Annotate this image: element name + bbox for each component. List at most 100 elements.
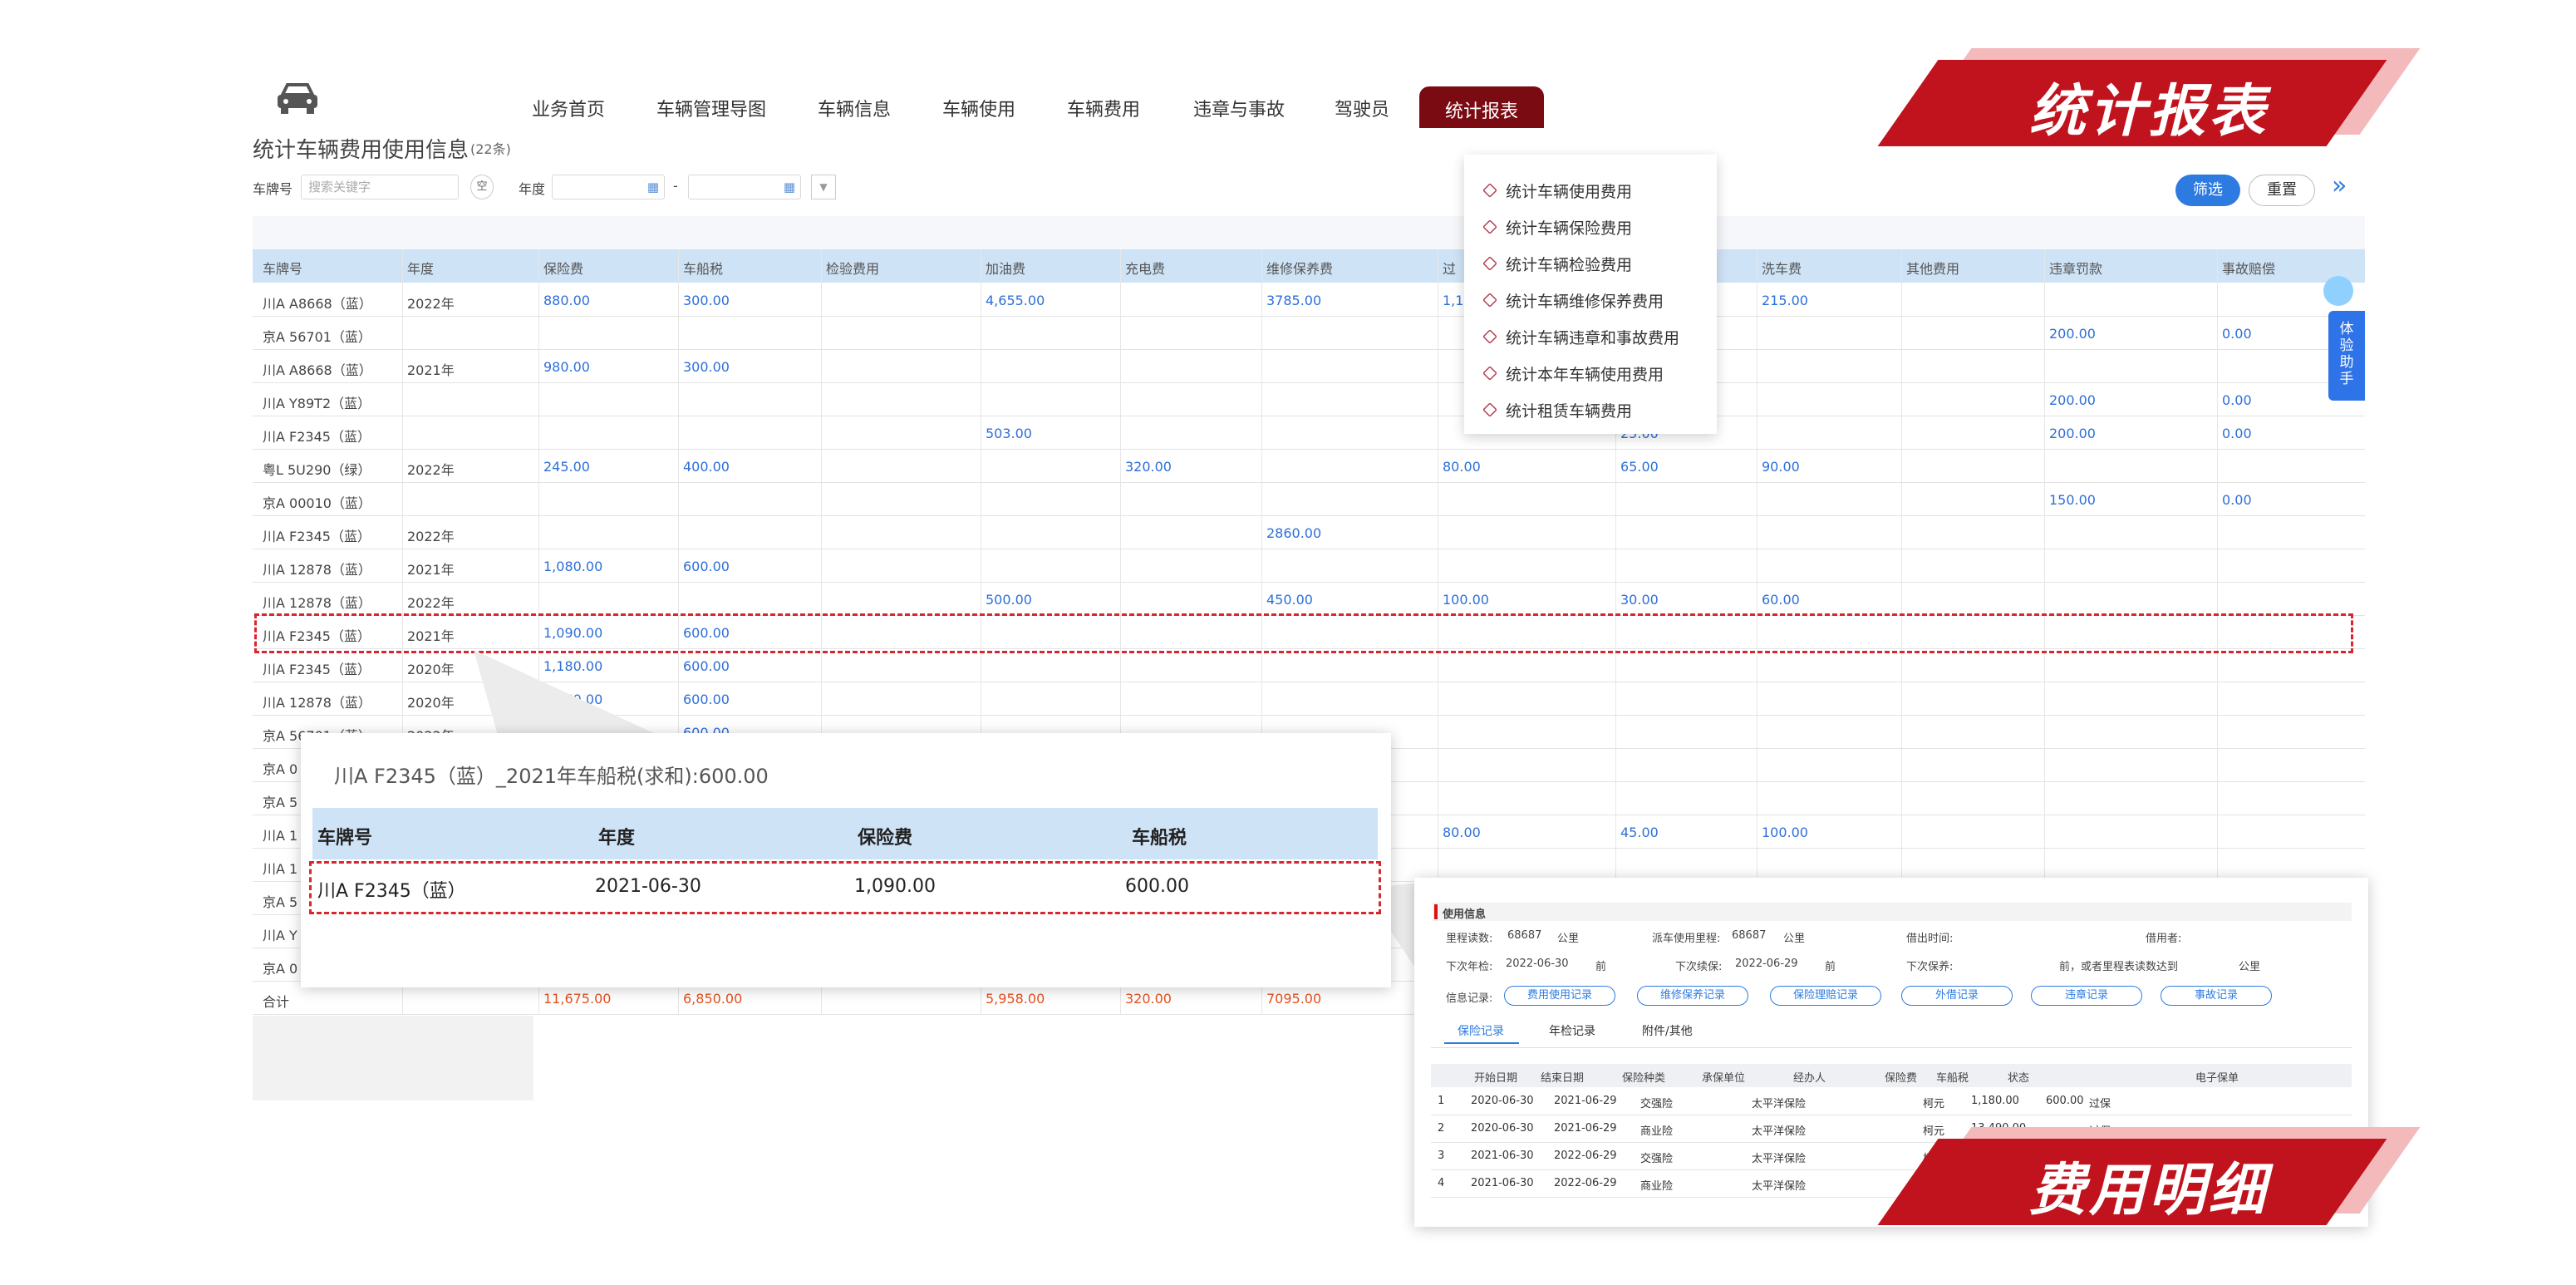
col-header[interactable]: 加油费 xyxy=(986,258,1025,278)
table-row[interactable]: 川A 12878（蓝） 2022年 500.00 450.00 100.00 30.00 6… xyxy=(253,582,2365,616)
grid-cell: 3 xyxy=(1438,1150,1445,1162)
col-header[interactable]: 其他费用 xyxy=(1906,258,1959,278)
callout-pointer xyxy=(474,650,665,738)
insurance-row[interactable]: 1 2020-06-30 2021-06-29 交强险 太平洋保险 柯元 1,180.00 6… xyxy=(1431,1087,2352,1115)
year-end-input[interactable]: ▦ xyxy=(688,175,801,199)
nav-item-5[interactable]: 违章与事故 xyxy=(1193,95,1285,121)
col-header[interactable]: 过 xyxy=(1443,258,1456,278)
table-footer-area xyxy=(253,1016,533,1100)
table-row[interactable]: 川A A8668（蓝） 2022年 880.00 300.00 4,655.00 3785… xyxy=(253,283,2365,317)
nav-item-3[interactable]: 车辆使用 xyxy=(942,95,1015,121)
grid-cell: 太平洋保险 xyxy=(1752,1153,1807,1165)
record-pill-0[interactable]: 费用使用记录 xyxy=(1504,986,1615,1006)
col-header[interactable]: 车船税 xyxy=(683,258,723,278)
col-header[interactable]: 检验费用 xyxy=(826,258,879,278)
col-plate: 车牌号 xyxy=(317,828,373,849)
menu-item-2[interactable]: 统计车辆检验费用 xyxy=(1482,253,1632,275)
menu-item-3[interactable]: 统计车辆维修保养费用 xyxy=(1482,289,1664,312)
table-row[interactable]: 京A 00010（蓝） 150.00 0.00 xyxy=(253,482,2365,516)
tab-attachments[interactable]: 附件/其他 xyxy=(1642,1022,1693,1039)
record-pill-4[interactable]: 违章记录 xyxy=(2031,986,2142,1006)
col-header[interactable]: 洗车费 xyxy=(1762,258,1802,278)
table-row[interactable]: 粤L 5U290（绿） 2022年 245.00 400.00 320.00 80.00 6… xyxy=(253,449,2365,483)
col-year: 年度 xyxy=(598,828,636,849)
menu-item-5[interactable]: 统计本年车辆使用费用 xyxy=(1482,362,1664,385)
table-row[interactable]: 川A A8668（蓝） 2021年 980.00 300.00 xyxy=(253,349,2365,383)
grid-cell: 太平洋保险 xyxy=(1752,1098,1807,1110)
assistant-label: 体验助手 xyxy=(2339,321,2354,387)
nav-item-4[interactable]: 车辆费用 xyxy=(1067,95,1140,121)
table-header: 车牌号 年度 保险费 车船税 检验费用 加油费 充电费 维修保养费 过 洗车费 其他费用 违章罚款 事故… xyxy=(253,249,2365,283)
col-header[interactable]: 年度 xyxy=(407,258,434,278)
table-row[interactable]: 川A F2345（蓝）503.0025.00200.000.00 xyxy=(253,416,2365,450)
table-row[interactable]: 川A 12878（蓝） 2021年 1,080.00 600.00 xyxy=(253,549,2365,583)
total-maint: 7095.00 xyxy=(1266,991,1322,1007)
cell-charge: 320.00 xyxy=(1125,459,1172,475)
filter-button[interactable]: 筛选 xyxy=(2175,175,2240,206)
expand-icon[interactable]: » xyxy=(2332,171,2347,200)
col-header[interactable]: 维修保养费 xyxy=(1266,258,1333,278)
table-row[interactable]: 川A Y89T2（蓝） 200.00 0.00 xyxy=(253,382,2365,416)
menu-item-label: 统计租赁车辆费用 xyxy=(1506,402,1633,421)
clear-button[interactable]: 空 xyxy=(470,175,494,199)
cell-plate: 川A F2345（蓝） xyxy=(263,662,371,677)
insurance-grid-header: 开始日期 结束日期 保险种类 承保单位 经办人 保险费 车船税 状态 电子保单 xyxy=(1431,1064,2352,1087)
col-header[interactable]: 保险费 xyxy=(543,258,583,278)
nav-item-0[interactable]: 业务首页 xyxy=(532,95,605,121)
cell-fine: 200.00 xyxy=(2049,326,2096,342)
cell-fine: 150.00 xyxy=(2049,492,2096,508)
table-row[interactable]: 川A F2345（蓝） 2022年 2860.00 xyxy=(253,515,2365,549)
record-pill-1[interactable]: 维修保养记录 xyxy=(1637,986,1748,1006)
tab-divider xyxy=(1431,1047,2352,1048)
col-header[interactable]: 车牌号 xyxy=(263,258,302,278)
col-header[interactable]: 充电费 xyxy=(1125,258,1165,278)
menu-item-0[interactable]: 统计车辆使用费用 xyxy=(1482,180,1632,202)
grid-col-header: 车船税 xyxy=(1936,1072,1969,1085)
menu-item-4[interactable]: 统计车辆违章和事故费用 xyxy=(1482,326,1679,348)
cell-tax: 600.00 xyxy=(683,658,730,674)
diamond-icon xyxy=(1482,293,1497,308)
nav-item-1[interactable]: 车辆管理导图 xyxy=(656,95,766,121)
grid-cell: 2021-06-29 xyxy=(1554,1122,1617,1135)
unit: 公里 xyxy=(2239,961,2261,973)
cell-year: 2021年 xyxy=(407,562,455,578)
nav-item-2[interactable]: 车辆信息 xyxy=(818,95,891,121)
cell-maint: 450.00 xyxy=(1266,592,1313,608)
year-start-input[interactable]: ▦ xyxy=(552,175,665,199)
cell-year: 2022年 xyxy=(407,462,455,478)
cell-tax: 300.00 xyxy=(683,293,730,308)
grid-cell: 1 xyxy=(1438,1095,1445,1107)
grid-cell: 太平洋保险 xyxy=(1752,1125,1807,1138)
nav-item-statistics[interactable]: 统计报表 xyxy=(1419,86,1544,128)
assistant-button[interactable]: 体验助手 xyxy=(2328,311,2365,401)
cell-year: 2021年 xyxy=(407,362,455,378)
calendar-icon: ▦ xyxy=(646,180,659,194)
assistant-avatar-icon[interactable] xyxy=(2323,276,2353,306)
menu-item-6[interactable]: 统计租赁车辆费用 xyxy=(1482,399,1632,421)
dropdown-icon[interactable]: ▼ xyxy=(811,175,836,199)
grid-col-header: 保险种类 xyxy=(1622,1072,1666,1085)
record-pill-3[interactable]: 外借记录 xyxy=(1901,986,2013,1006)
year-filter-label: 年度 xyxy=(519,181,546,197)
cell-maint: 2860.00 xyxy=(1266,525,1322,541)
nav-item-6[interactable]: 驾驶员 xyxy=(1335,95,1389,121)
cell-park: 65.00 xyxy=(1620,459,1659,475)
record-pill-5[interactable]: 事故记录 xyxy=(2161,986,2272,1006)
record-pill-2[interactable]: 保险理赔记录 xyxy=(1770,986,1881,1006)
tab-insurance-records[interactable]: 保险记录 xyxy=(1458,1022,1504,1039)
section-marker xyxy=(1434,904,1438,919)
col-tax: 车船税 xyxy=(1132,828,1187,849)
menu-item-1[interactable]: 统计车辆保险费用 xyxy=(1482,216,1632,239)
col-header[interactable]: 违章罚款 xyxy=(2049,258,2102,278)
col-header[interactable]: 事故赔偿 xyxy=(2222,258,2275,278)
tab-inspection-records[interactable]: 年检记录 xyxy=(1549,1022,1595,1039)
mileage-value: 68687 xyxy=(1507,929,1542,942)
tax-detail-popup: 川A F2345（蓝）_2021年车船税(求和):600.00 车牌号 年度 保… xyxy=(301,733,1391,987)
grid-col-header: 状态 xyxy=(2008,1072,2030,1085)
reset-button[interactable]: 重置 xyxy=(2249,175,2315,206)
cell-year: 2022年 xyxy=(407,529,455,544)
cell-plate: 川A A8668（蓝） xyxy=(263,296,372,312)
table-row[interactable]: 京A 56701（蓝） 200.00 0.00 xyxy=(253,316,2365,350)
cell-ins: 880.00 xyxy=(543,293,590,308)
plate-search-input[interactable]: 搜索关键字 xyxy=(301,175,459,199)
